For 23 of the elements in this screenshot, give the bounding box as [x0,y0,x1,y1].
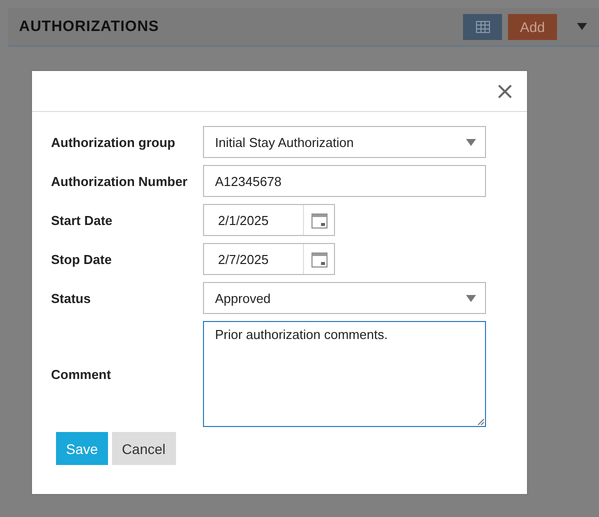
dropdown-caret-icon[interactable] [577,23,587,30]
caret-icon [466,294,476,302]
calendar-icon[interactable] [310,212,328,228]
close-button[interactable]: × [492,79,517,103]
caret-icon [466,138,476,146]
calendar-icon[interactable] [310,250,328,268]
comment-textarea[interactable]: Prior authorization comments. [203,321,486,427]
date-field[interactable]: 2/7/2025 [203,243,335,275]
input-field[interactable]: A12345678 [203,165,486,197]
dropdown[interactable]: Approved [203,282,486,314]
field-label: Stop Date [51,252,113,266]
field-label: Authorization group [51,134,176,150]
panel-title: AUTHORIZATIONS [19,18,160,35]
field-label: Authorization Number [51,174,188,188]
field-label: Comment [51,366,112,382]
date-field[interactable]: 2/1/2025 [203,204,335,236]
grid-view-button[interactable] [463,14,502,40]
resize-handle-icon[interactable] [477,418,484,425]
grid-icon [476,20,490,32]
dropdown[interactable]: Initial Stay Authorization [203,126,486,158]
cancel-button[interactable]: Cancel [112,432,176,465]
field-label: Start Date [51,212,114,228]
field-label: Status [51,290,92,306]
